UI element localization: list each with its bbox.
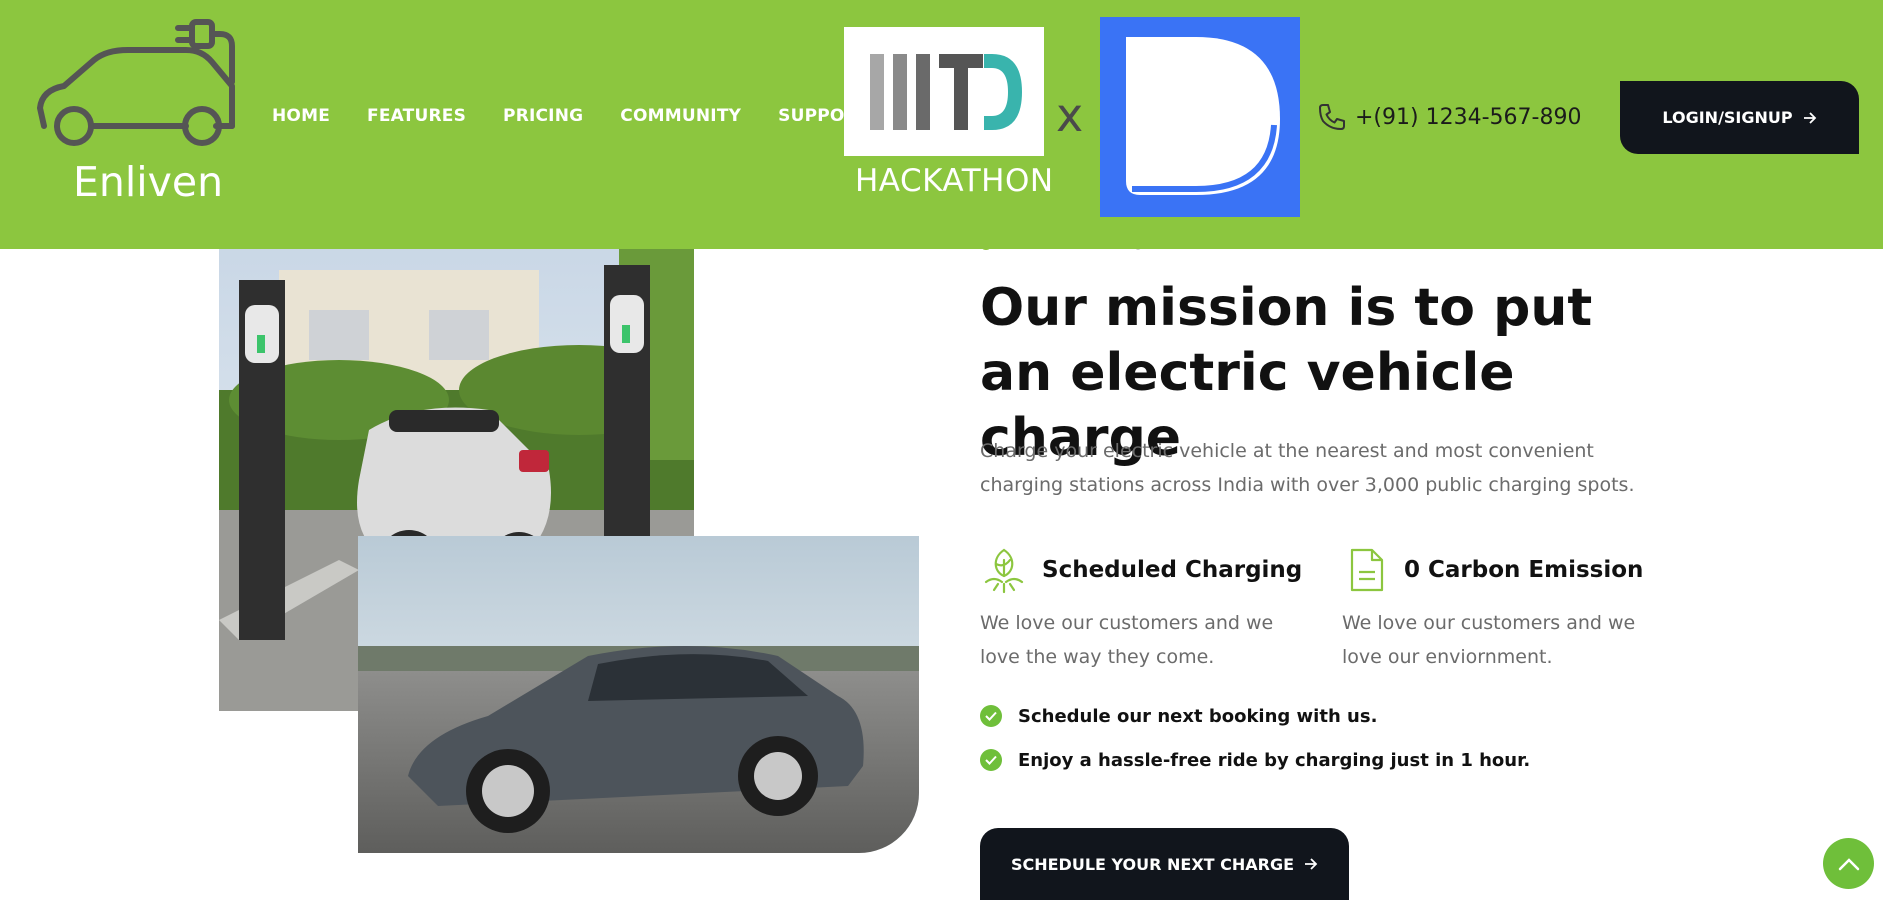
feature-description: We love our customers and we love the wa…: [980, 612, 1274, 668]
charging-plant-icon: [984, 548, 1024, 594]
arrow-right-icon: [1803, 111, 1816, 124]
feature-title: Scheduled Charging: [1042, 557, 1303, 583]
feature-carbon-emission: 0 Carbon Emission We love our customers …: [1342, 546, 1672, 674]
nav-home[interactable]: HOME: [272, 106, 330, 126]
site-header: Enliven HOME FEATURES PRICING COMMUNITY …: [0, 0, 1883, 249]
nav-features[interactable]: FEATURES: [367, 106, 466, 126]
feature-scheduled-charging: Scheduled Charging We love our customers…: [980, 546, 1310, 674]
mission-description: Charge your electric vehicle at the near…: [980, 440, 1635, 496]
checklist-text: Enjoy a hassle-free ride by charging jus…: [1018, 749, 1531, 771]
document-icon: [1350, 548, 1384, 592]
check-circle-icon: [980, 749, 1002, 771]
partner-logo-d: [1100, 17, 1300, 217]
feature-description: We love our customers and we love our en…: [1342, 612, 1636, 668]
nav-community[interactable]: COMMUNITY: [620, 106, 741, 126]
contact-phone[interactable]: +(91) 1234-567-890: [1317, 102, 1581, 132]
phone-icon: [1319, 104, 1345, 130]
arrow-right-icon: [1305, 858, 1318, 870]
chevron-up-icon: [1838, 857, 1859, 870]
partner-label: HACKATHON: [855, 163, 1054, 199]
schedule-charge-button[interactable]: SCHEDULE YOUR NEXT CHARGE: [980, 828, 1349, 900]
scroll-to-top-button[interactable]: [1823, 838, 1874, 889]
feature-title: 0 Carbon Emission: [1404, 557, 1644, 583]
ev-car-plug-icon[interactable]: [36, 16, 242, 152]
brand-name[interactable]: Enliven: [73, 158, 223, 206]
phone-number: +(91) 1234-567-890: [1355, 104, 1582, 130]
main-nav: HOME FEATURES PRICING COMMUNITY SUPPORT: [272, 106, 869, 126]
nav-pricing[interactable]: PRICING: [503, 106, 583, 126]
check-circle-icon: [980, 705, 1002, 727]
login-signup-label: LOGIN/SIGNUP: [1662, 108, 1793, 127]
checklist-item: Schedule our next booking with us.: [980, 705, 1377, 727]
checklist-item: Enjoy a hassle-free ride by charging jus…: [980, 749, 1530, 771]
login-signup-button[interactable]: LOGIN/SIGNUP: [1620, 81, 1859, 154]
schedule-charge-label: SCHEDULE YOUR NEXT CHARGE: [1010, 854, 1295, 874]
photo-electric-sedan: [358, 536, 919, 853]
checklist-text: Schedule our next booking with us.: [1018, 705, 1378, 727]
partner-logo-iiitd: [844, 27, 1044, 156]
cross-mark: x: [1056, 88, 1084, 142]
